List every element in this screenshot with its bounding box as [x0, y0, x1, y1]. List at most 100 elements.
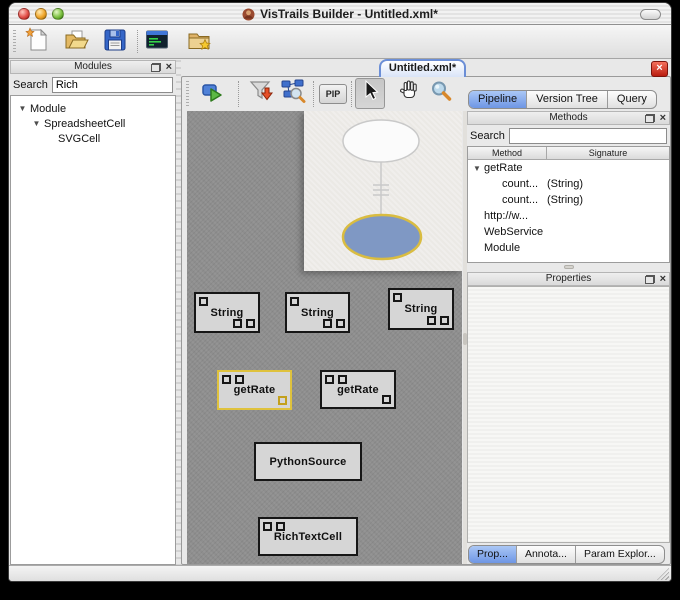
minimize-window-button[interactable]	[35, 8, 47, 20]
module-tree-label: SVGCell	[58, 133, 100, 145]
save-floppy-icon	[101, 26, 129, 59]
pipeline-module-string[interactable]: String	[285, 292, 350, 333]
method-row-getrate[interactable]: ▼getRate	[468, 160, 669, 176]
module-tree-item-svgcell[interactable]: SVGCell	[11, 131, 175, 146]
methods-search-input[interactable]	[509, 128, 667, 144]
console-icon	[143, 26, 171, 59]
pip-toggle-button[interactable]: PIP	[319, 84, 347, 104]
document-tab[interactable]: Untitled.xml*	[379, 59, 466, 77]
toolbar-toggle-capsule[interactable]	[640, 9, 661, 20]
output-port[interactable]	[427, 316, 436, 325]
visual-query-filter-button[interactable]	[246, 78, 276, 109]
close-panel-icon[interactable]: ×	[660, 275, 666, 284]
method-name: http://w...	[484, 210, 528, 222]
output-port[interactable]	[382, 395, 391, 404]
tab-pipeline[interactable]: Pipeline	[469, 91, 527, 108]
toolbar-drag-handle[interactable]	[13, 30, 16, 53]
output-port[interactable]	[323, 319, 332, 328]
disclosure-triangle-icon[interactable]: ▼	[29, 119, 44, 128]
method-row-count[interactable]: count...(String)	[468, 176, 669, 192]
pipeline-canvas[interactable]: String String String getRate getRate PythonSo…	[187, 111, 462, 564]
save-file-button[interactable]	[101, 28, 129, 56]
close-panel-icon[interactable]: ×	[166, 63, 172, 72]
input-port[interactable]	[393, 293, 402, 302]
output-port[interactable]	[336, 319, 345, 328]
output-port[interactable]	[440, 316, 449, 325]
input-port[interactable]	[222, 375, 231, 384]
methods-rows: ▼getRatecount...(String)count...(String)…	[468, 160, 669, 256]
module-label: getRate	[322, 384, 394, 396]
method-name: count...	[502, 178, 538, 190]
tab-version-tree[interactable]: Version Tree	[527, 91, 608, 108]
pipeline-module-getrate[interactable]: getRate	[320, 370, 396, 409]
modules-search-row: Search	[11, 75, 175, 94]
search-label: Search	[470, 130, 505, 142]
zoom-window-button[interactable]	[52, 8, 64, 20]
hand-icon	[396, 78, 422, 109]
methods-table[interactable]: Method Signature ▼getRatecount...(String…	[467, 146, 670, 263]
tab-prop[interactable]: Prop...	[469, 546, 517, 563]
execute-pipeline-button[interactable]	[198, 78, 228, 109]
input-port[interactable]	[235, 375, 244, 384]
select-tool-button[interactable]	[355, 78, 385, 109]
method-row-count[interactable]: count...(String)	[468, 192, 669, 208]
disclosure-triangle-icon[interactable]: ▼	[15, 104, 30, 113]
methods-table-header: Method Signature	[468, 147, 669, 160]
splitter-grab-handle[interactable]	[564, 265, 574, 269]
float-panel-icon[interactable]	[645, 275, 655, 284]
pipeline-module-string[interactable]: String	[194, 292, 260, 333]
pipeline-module-string[interactable]: String	[388, 288, 454, 330]
column-header-method[interactable]: Method	[468, 147, 547, 159]
new-file-button[interactable]	[23, 28, 51, 56]
resize-grip[interactable]	[657, 568, 669, 580]
version-tree-pip[interactable]	[304, 111, 462, 271]
methods-properties-splitter[interactable]	[467, 263, 670, 272]
close-panel-icon[interactable]: ×	[660, 114, 666, 123]
output-port[interactable]	[278, 396, 287, 405]
module-tree-item-spreadsheetcell[interactable]: ▼SpreadsheetCell	[11, 116, 175, 131]
pan-tool-button[interactable]	[394, 78, 424, 109]
console-button[interactable]	[143, 28, 171, 56]
zoom-tool-button[interactable]	[426, 78, 456, 109]
pipeline-module-pythonsource[interactable]: PythonSource	[254, 442, 362, 481]
version-node-current	[343, 215, 421, 259]
pipeline-module-getrate[interactable]: getRate	[217, 370, 292, 410]
input-port[interactable]	[199, 297, 208, 306]
title-bar[interactable]: VisTrails Builder - Untitled.xml*	[9, 3, 671, 25]
tab-param-explor[interactable]: Param Explor...	[576, 546, 664, 563]
column-header-signature[interactable]: Signature	[547, 147, 669, 159]
bookmarks-button[interactable]	[185, 28, 213, 56]
modules-search-input[interactable]	[52, 77, 173, 93]
properties-panel-header[interactable]: Properties ×	[467, 272, 670, 286]
method-row-webservice[interactable]: WebService	[468, 224, 669, 240]
module-tree-item-module[interactable]: ▼Module	[11, 101, 175, 116]
pipeline-toolbar-drag-handle[interactable]	[186, 81, 189, 107]
new-document-icon	[23, 26, 51, 59]
methods-panel-header[interactable]: Methods ×	[467, 111, 670, 125]
float-panel-icon[interactable]	[645, 114, 655, 123]
close-window-button[interactable]	[18, 8, 30, 20]
query-pipeline-button[interactable]	[278, 78, 308, 109]
close-tab-button[interactable]: ×	[651, 61, 668, 77]
modules-panel-header[interactable]: Modules ×	[10, 60, 176, 74]
tab-annota[interactable]: Annota...	[517, 546, 576, 563]
modules-panel: Modules × Search ▼Module▼SpreadsheetCell…	[10, 60, 176, 565]
pipeline-search-icon	[280, 78, 306, 109]
pipeline-module-richtextcell[interactable]: RichTextCell	[258, 517, 358, 556]
output-port[interactable]	[246, 319, 255, 328]
method-row-http-w[interactable]: http://w...	[468, 208, 669, 224]
module-label: String	[196, 307, 258, 319]
module-label: getRate	[219, 384, 290, 396]
tab-query[interactable]: Query	[608, 91, 656, 108]
input-port[interactable]	[290, 297, 299, 306]
disclosure-triangle-icon[interactable]: ▼	[470, 164, 484, 173]
method-row-module[interactable]: Module	[468, 240, 669, 256]
open-file-button[interactable]	[63, 28, 91, 56]
modules-tree[interactable]: ▼Module▼SpreadsheetCellSVGCell	[10, 95, 176, 565]
output-port[interactable]	[233, 319, 242, 328]
float-panel-icon[interactable]	[151, 63, 161, 72]
app-window: VisTrails Builder - Untitled.xml*	[8, 2, 672, 582]
cursor-arrow-icon	[357, 78, 383, 109]
module-label: String	[287, 307, 348, 319]
module-tree-label: SpreadsheetCell	[44, 118, 125, 130]
